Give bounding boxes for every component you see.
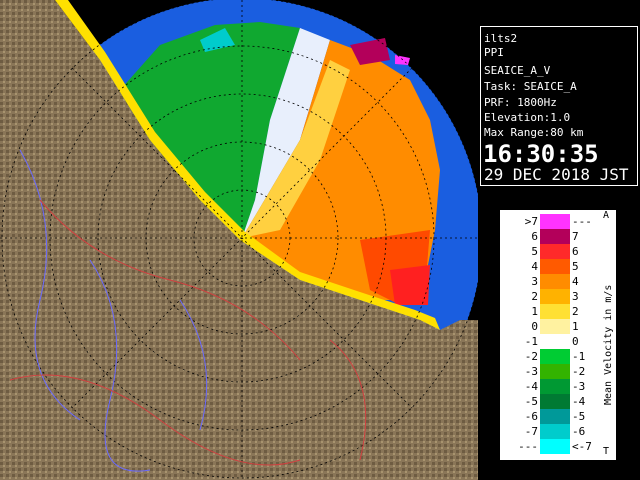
legend-lower-bound: -4 <box>524 380 538 393</box>
legend-lower-bound: -6 <box>524 410 538 423</box>
legend-swatch <box>540 409 570 424</box>
legend-row: 56 <box>500 244 616 259</box>
legend-row: 12 <box>500 304 616 319</box>
prf-label: PRF: 1800Hz <box>484 96 557 109</box>
legend-swatch <box>540 259 570 274</box>
scan-time: 16:30:35 <box>483 140 599 168</box>
legend-row: -4 -3 <box>500 379 616 394</box>
legend-row: -1 0 <box>500 334 616 349</box>
legend-upper-bound: 5 <box>572 260 579 273</box>
product-name: SEAICE_A_V <box>484 64 551 77</box>
legend-top-marker: A <box>603 210 610 221</box>
legend-swatch <box>540 379 570 394</box>
legend-lower-bound: >7 <box>524 215 538 228</box>
legend-lower-bound: 0 <box>531 320 538 333</box>
legend-row: -5 -4 <box>500 394 616 409</box>
legend-upper-bound: -5 <box>572 410 586 423</box>
legend-row: -6 -5 <box>500 409 616 424</box>
legend-upper-bound: 6 <box>572 245 579 258</box>
legend-swatch <box>540 334 570 349</box>
legend-lower-bound: 4 <box>531 260 538 273</box>
legend-lower-bound: 5 <box>531 245 538 258</box>
legend-upper-bound: 7 <box>572 230 579 243</box>
legend-swatch <box>540 364 570 379</box>
legend-row: -2 -1 <box>500 349 616 364</box>
legend-upper-bound: 4 <box>572 275 579 288</box>
legend-bottom-marker: T <box>603 446 610 457</box>
legend-upper-bound: -1 <box>572 350 586 363</box>
legend-row: >7 --- <box>500 214 616 229</box>
legend-lower-bound: -1 <box>524 335 538 348</box>
legend-upper-bound: 3 <box>572 290 579 303</box>
legend-lower-bound: -3 <box>524 365 538 378</box>
legend-upper-bound: -4 <box>572 395 586 408</box>
site-name: ilts2 <box>484 32 518 45</box>
legend-upper-bound: 1 <box>572 320 579 333</box>
legend-upper-bound: --- <box>572 215 592 228</box>
legend-lower-bound: -5 <box>524 395 538 408</box>
legend-title: Mean Velocity in m/s <box>603 284 614 405</box>
legend-swatch <box>540 439 570 454</box>
legend-upper-bound: 2 <box>572 305 579 318</box>
legend-row: 23 <box>500 289 616 304</box>
legend-upper-bound: -2 <box>572 365 586 378</box>
legend-swatch <box>540 349 570 364</box>
legend-swatch <box>540 424 570 439</box>
velocity-legend: >7 --- 6 7 5 6 4 5 3 4 2 3 1 2 0 1 -1 0 -2 -1 -3 -2 -4 -3 -5 -4 -6… <box>500 210 616 460</box>
legend-swatch <box>540 214 570 229</box>
scan-mode: PPI <box>484 46 504 59</box>
legend-lower-bound: 2 <box>531 290 538 303</box>
legend-lower-bound: 3 <box>531 275 538 288</box>
legend-upper-bound: -6 <box>572 425 586 438</box>
scan-date: 29 DEC 2018 JST <box>484 165 629 184</box>
legend-lower-bound: 6 <box>531 230 538 243</box>
legend-row: -7 -6 <box>500 424 616 439</box>
legend-swatch <box>540 244 570 259</box>
legend-row: 34 <box>500 274 616 289</box>
legend-upper-bound: -3 <box>572 380 586 393</box>
legend-swatch <box>540 289 570 304</box>
legend-upper-bound: 0 <box>572 335 579 348</box>
legend-lower-bound: --- <box>518 440 538 453</box>
legend-row: 45 <box>500 259 616 274</box>
max-range-label: Max Range:80 km <box>484 126 584 139</box>
legend-lower-bound: -7 <box>524 425 538 438</box>
legend-lower-bound: 1 <box>531 305 538 318</box>
legend-upper-bound: <-7 <box>572 440 592 453</box>
legend-swatch <box>540 319 570 334</box>
legend-row: -3 -2 <box>500 364 616 379</box>
legend-swatch <box>540 274 570 289</box>
legend-row: 01 <box>500 319 616 334</box>
legend-lower-bound: -2 <box>524 350 538 363</box>
radar-ppi-map <box>0 0 478 480</box>
elevation-label: Elevation:1.0 <box>484 111 571 124</box>
info-panel: ilts2 PPI SEAICE_A_V Task: SEAICE_A PRF:… <box>478 24 640 190</box>
legend-row: --- <-7 <box>500 439 616 454</box>
task-label: Task: SEAICE_A <box>484 80 577 93</box>
legend-swatch <box>540 229 570 244</box>
legend-row: 67 <box>500 229 616 244</box>
legend-swatch <box>540 394 570 409</box>
legend-swatch <box>540 304 570 319</box>
